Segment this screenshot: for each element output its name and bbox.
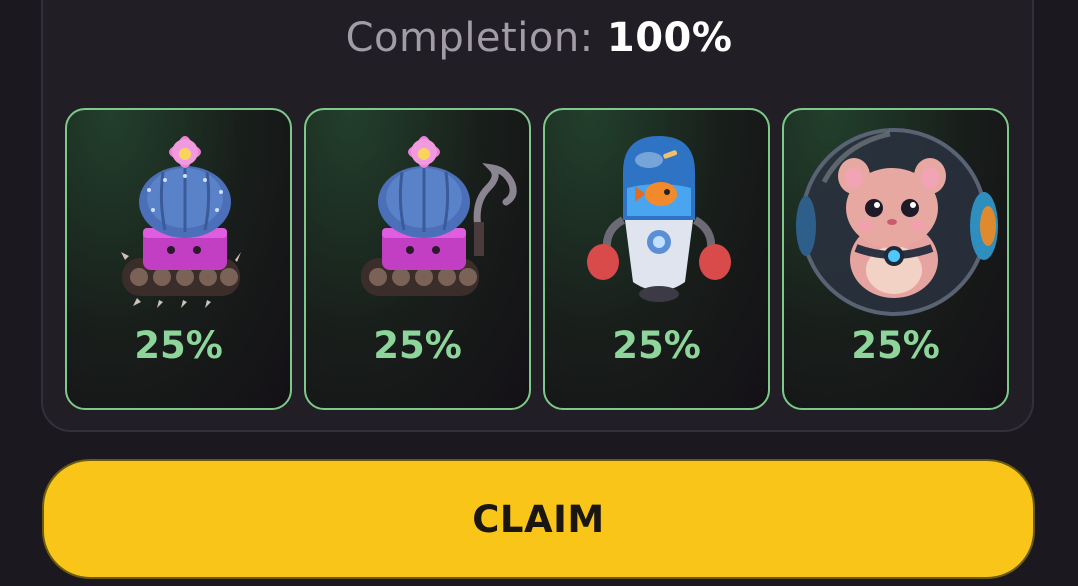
reward-card[interactable]: 25% bbox=[543, 108, 770, 410]
reward-card[interactable]: 25% bbox=[65, 108, 292, 410]
cactus-tank-smoke-icon bbox=[361, 136, 517, 296]
reward-cards: 25% 25% 25% 25% bbox=[65, 108, 1009, 410]
reward-card[interactable]: 25% bbox=[304, 108, 531, 410]
completion-status: Completion: 100% bbox=[0, 12, 1078, 64]
card-percent: 25% bbox=[851, 324, 940, 367]
reward-card[interactable]: 25% bbox=[782, 108, 1009, 410]
claim-label: CLAIM bbox=[472, 497, 605, 541]
completion-label: Completion: bbox=[345, 15, 594, 61]
card-percent: 25% bbox=[134, 324, 223, 367]
claim-button[interactable]: CLAIM bbox=[42, 459, 1035, 579]
completion-value: 100% bbox=[606, 15, 733, 61]
cactus-tank-icon bbox=[121, 136, 241, 308]
fish-robot-boxer-icon bbox=[587, 136, 731, 302]
card-percent: 25% bbox=[612, 324, 701, 367]
card-percent: 25% bbox=[373, 324, 462, 367]
hamster-ball-icon bbox=[796, 128, 998, 316]
reward-screen: Completion: 100% 25% 25% 25% 25% CLAIM bbox=[0, 0, 1078, 586]
